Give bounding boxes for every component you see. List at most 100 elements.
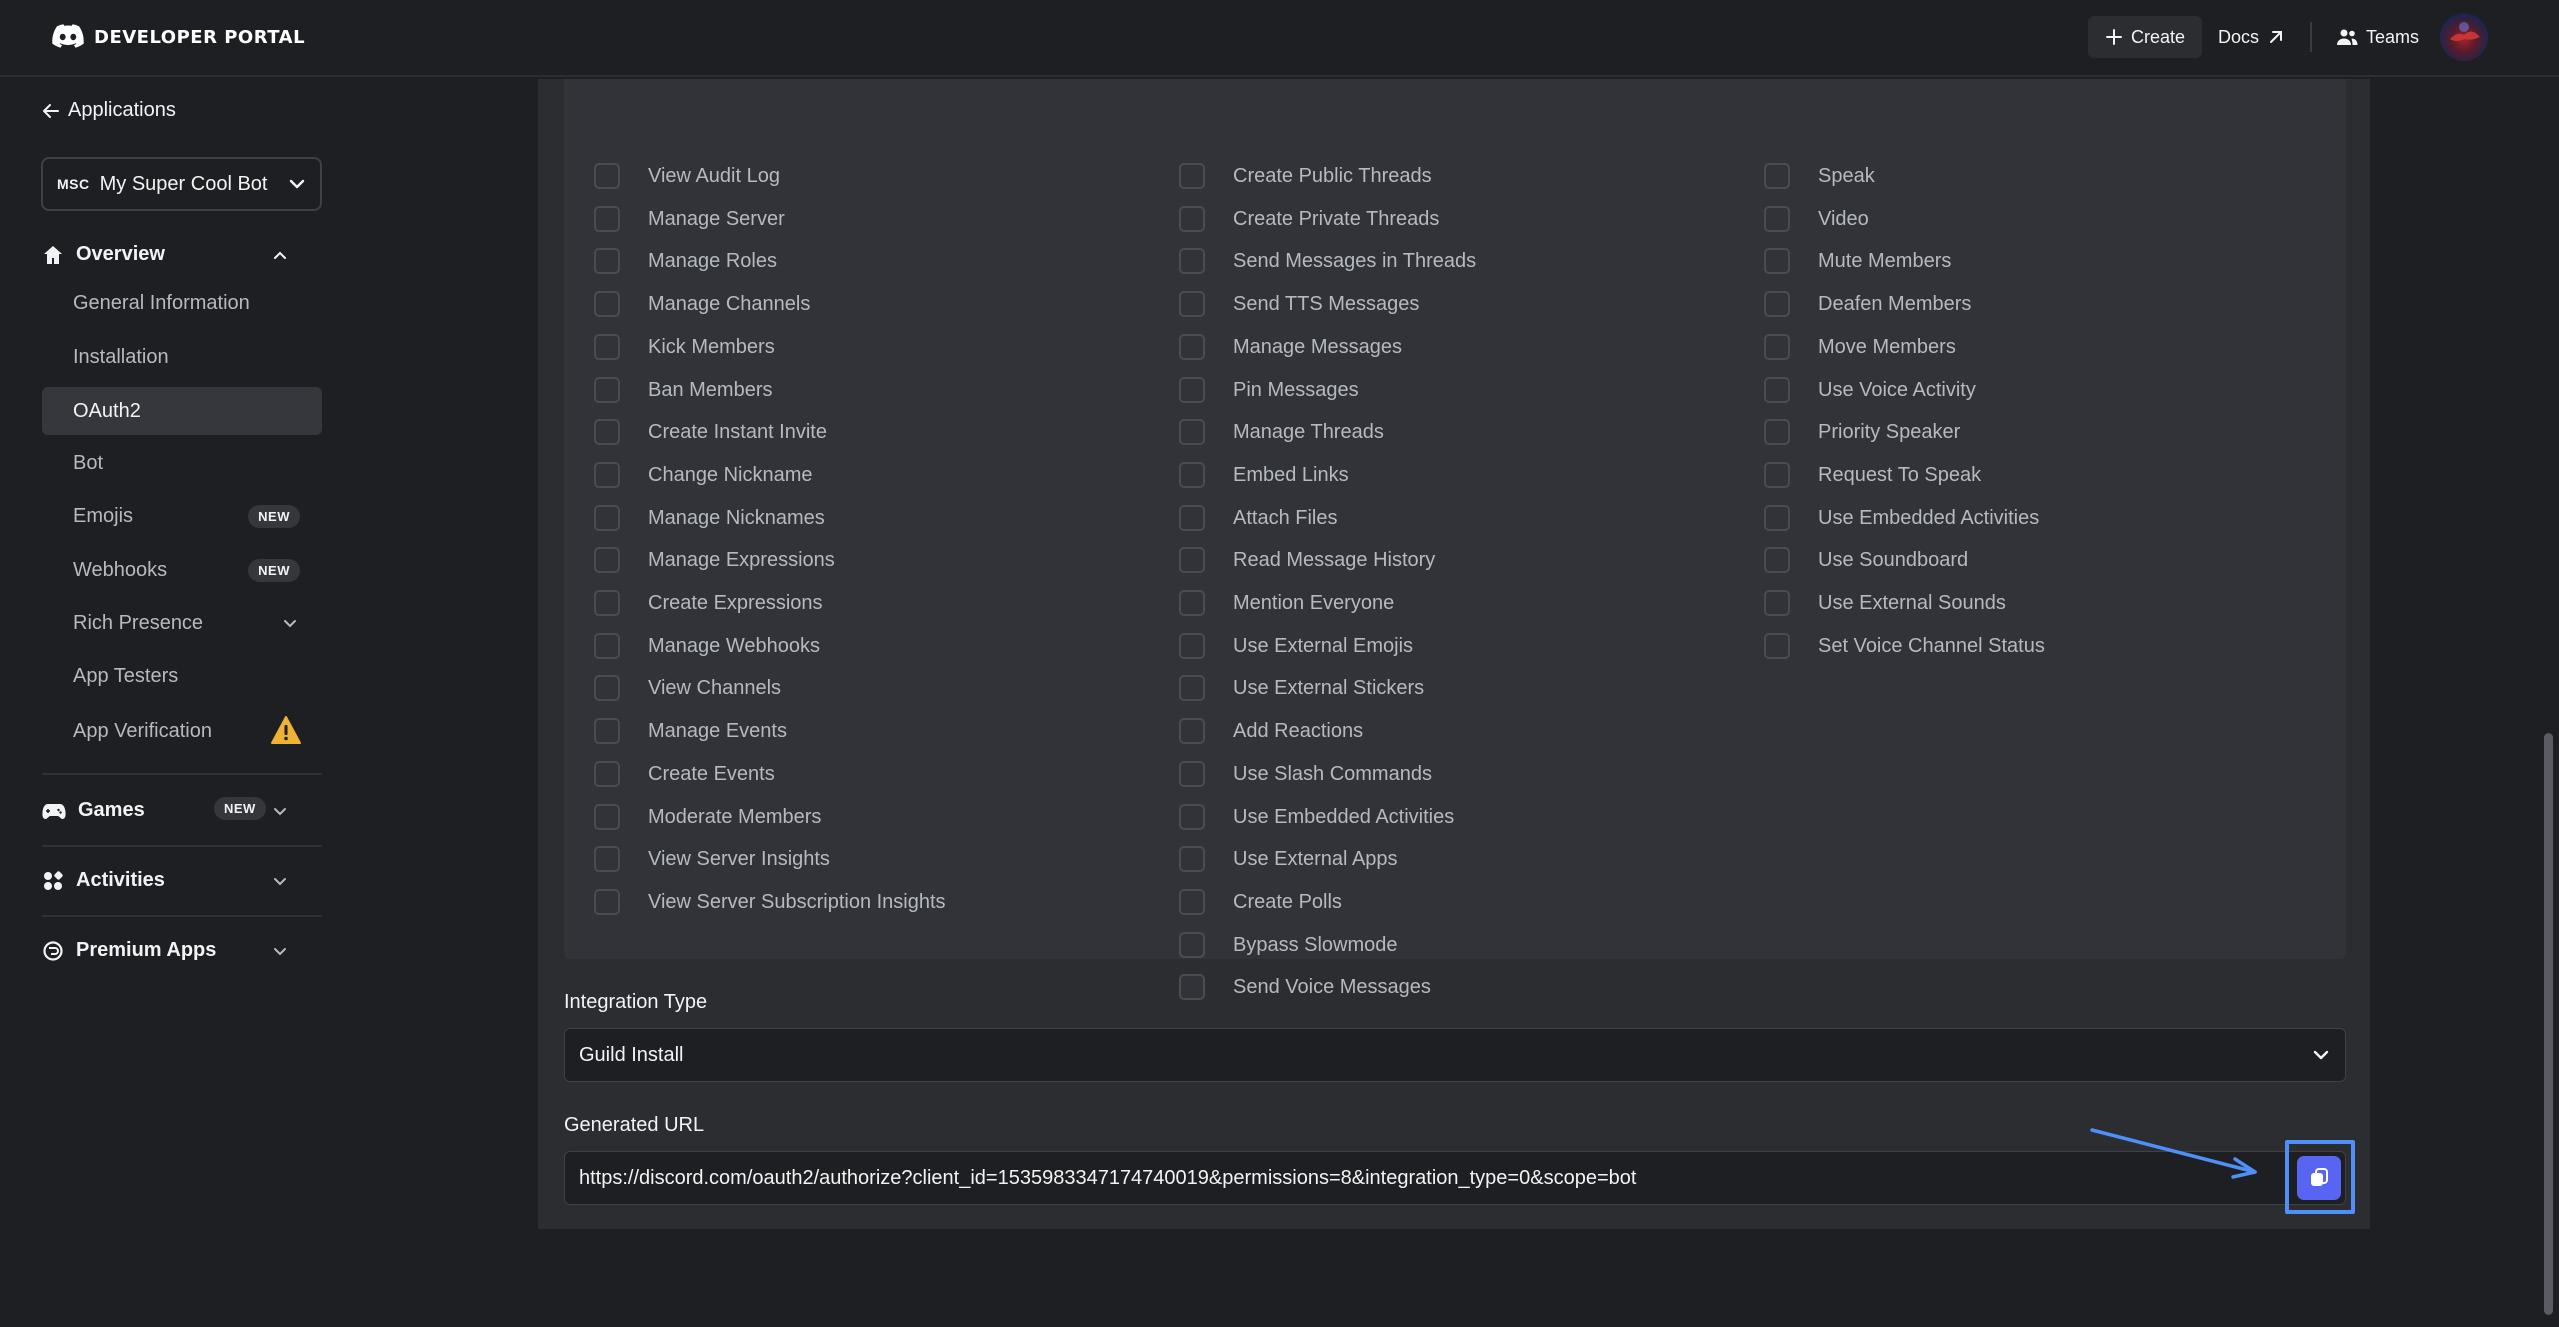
permission-checkbox-item[interactable]: View Server Insights	[594, 844, 830, 874]
checkbox[interactable]	[594, 377, 620, 403]
permission-checkbox-item[interactable]: Add Reactions	[1179, 716, 1363, 746]
checkbox[interactable]	[594, 846, 620, 872]
checkbox[interactable]	[1764, 462, 1790, 488]
permission-checkbox-item[interactable]: Read Message History	[1179, 545, 1435, 575]
checkbox[interactable]	[1179, 761, 1205, 787]
permission-checkbox-item[interactable]: Ban Members	[594, 375, 773, 405]
permission-checkbox-item[interactable]: Create Polls	[1179, 887, 1342, 917]
checkbox[interactable]	[1179, 206, 1205, 232]
permission-checkbox-item[interactable]: Create Private Threads	[1179, 204, 1439, 234]
games-section-toggle[interactable]: Games NEW	[42, 797, 302, 822]
permission-checkbox-item[interactable]: Manage Expressions	[594, 545, 835, 575]
checkbox[interactable]	[1179, 889, 1205, 915]
checkbox[interactable]	[1179, 462, 1205, 488]
permission-checkbox-item[interactable]: Manage Webhooks	[594, 631, 820, 661]
checkbox[interactable]	[1764, 419, 1790, 445]
checkbox[interactable]	[594, 419, 620, 445]
brand[interactable]: DEVELOPER PORTAL	[52, 24, 305, 50]
checkbox[interactable]	[1764, 505, 1790, 531]
user-avatar[interactable]	[2440, 13, 2488, 61]
permission-checkbox-item[interactable]: Send Messages in Threads	[1179, 246, 1476, 276]
checkbox[interactable]	[1179, 163, 1205, 189]
permission-checkbox-item[interactable]: Speak	[1764, 161, 1875, 191]
generated-url-field[interactable]: https://discord.com/oauth2/authorize?cli…	[564, 1151, 2346, 1205]
checkbox[interactable]	[594, 462, 620, 488]
permission-checkbox-item[interactable]: Manage Server	[594, 204, 785, 234]
nav-installation[interactable]: Installation	[42, 333, 322, 381]
checkbox[interactable]	[594, 163, 620, 189]
permission-checkbox-item[interactable]: Video	[1764, 204, 1869, 234]
permission-checkbox-item[interactable]: Use Voice Activity	[1764, 375, 1976, 405]
checkbox[interactable]	[594, 547, 620, 573]
nav-rich-presence[interactable]: Rich Presence	[42, 599, 322, 647]
nav-bot[interactable]: Bot	[42, 439, 322, 487]
docs-link[interactable]: Docs	[2218, 16, 2285, 58]
checkbox[interactable]	[1764, 206, 1790, 232]
copy-url-button[interactable]	[2297, 1156, 2341, 1200]
permission-checkbox-item[interactable]: Embed Links	[1179, 460, 1349, 490]
permission-checkbox-item[interactable]: Deafen Members	[1764, 289, 1971, 319]
activities-section-toggle[interactable]: Activities	[42, 869, 302, 892]
permission-checkbox-item[interactable]: Send TTS Messages	[1179, 289, 1419, 319]
permission-checkbox-item[interactable]: Pin Messages	[1179, 375, 1359, 405]
permission-checkbox-item[interactable]: Use External Apps	[1179, 844, 1398, 874]
nav-general-information[interactable]: General Information	[42, 279, 322, 327]
create-button[interactable]: Create	[2088, 16, 2202, 58]
permission-checkbox-item[interactable]: Manage Nicknames	[594, 503, 825, 533]
permission-checkbox-item[interactable]: Use Slash Commands	[1179, 759, 1432, 789]
checkbox[interactable]	[1179, 547, 1205, 573]
checkbox[interactable]	[594, 248, 620, 274]
permission-checkbox-item[interactable]: View Audit Log	[594, 161, 780, 191]
permission-checkbox-item[interactable]: View Server Subscription Insights	[594, 887, 946, 917]
checkbox[interactable]	[1764, 377, 1790, 403]
checkbox[interactable]	[1179, 932, 1205, 958]
permission-checkbox-item[interactable]: Request To Speak	[1764, 460, 1981, 490]
checkbox[interactable]	[1764, 590, 1790, 616]
permission-checkbox-item[interactable]: Attach Files	[1179, 503, 1337, 533]
permission-checkbox-item[interactable]: Use Embedded Activities	[1764, 503, 2039, 533]
permission-checkbox-item[interactable]: Create Instant Invite	[594, 417, 827, 447]
nav-app-verification[interactable]: App Verification	[42, 707, 322, 755]
permission-checkbox-item[interactable]: Moderate Members	[594, 802, 821, 832]
permission-checkbox-item[interactable]: Manage Roles	[594, 246, 777, 276]
checkbox[interactable]	[1764, 547, 1790, 573]
checkbox[interactable]	[594, 633, 620, 659]
permission-checkbox-item[interactable]: Change Nickname	[594, 460, 813, 490]
permission-checkbox-item[interactable]: Priority Speaker	[1764, 417, 1960, 447]
permission-checkbox-item[interactable]: Use External Sounds	[1764, 588, 2006, 618]
nav-emojis[interactable]: Emojis NEW	[42, 492, 322, 540]
permission-checkbox-item[interactable]: Move Members	[1764, 332, 1956, 362]
checkbox[interactable]	[1179, 590, 1205, 616]
permission-checkbox-item[interactable]: Use External Emojis	[1179, 631, 1413, 661]
checkbox[interactable]	[1764, 291, 1790, 317]
integration-type-select[interactable]: Guild Install	[564, 1028, 2346, 1082]
permission-checkbox-item[interactable]: Bypass Slowmode	[1179, 930, 1398, 960]
checkbox[interactable]	[1179, 633, 1205, 659]
checkbox[interactable]	[1179, 419, 1205, 445]
checkbox[interactable]	[594, 505, 620, 531]
checkbox[interactable]	[1764, 334, 1790, 360]
checkbox[interactable]	[594, 291, 620, 317]
checkbox[interactable]	[1179, 718, 1205, 744]
permission-checkbox-item[interactable]: Use Embedded Activities	[1179, 802, 1454, 832]
permission-checkbox-item[interactable]: Mute Members	[1764, 246, 1951, 276]
checkbox[interactable]	[1179, 248, 1205, 274]
permission-checkbox-item[interactable]: Create Expressions	[594, 588, 823, 618]
back-to-applications-link[interactable]: Applications	[42, 99, 176, 122]
nav-oauth2[interactable]: OAuth2	[42, 387, 322, 435]
checkbox[interactable]	[1179, 505, 1205, 531]
permission-checkbox-item[interactable]: Use Soundboard	[1764, 545, 1968, 575]
checkbox[interactable]	[594, 334, 620, 360]
permission-checkbox-item[interactable]: Kick Members	[594, 332, 775, 362]
permission-checkbox-item[interactable]: Set Voice Channel Status	[1764, 631, 2045, 661]
checkbox[interactable]	[1179, 846, 1205, 872]
permission-checkbox-item[interactable]: Manage Threads	[1179, 417, 1384, 447]
teams-button[interactable]: Teams	[2336, 16, 2419, 58]
checkbox[interactable]	[1179, 291, 1205, 317]
checkbox[interactable]	[1764, 163, 1790, 189]
checkbox[interactable]	[1179, 334, 1205, 360]
checkbox[interactable]	[594, 718, 620, 744]
nav-app-testers[interactable]: App Testers	[42, 652, 322, 700]
permission-checkbox-item[interactable]: Create Events	[594, 759, 775, 789]
checkbox[interactable]	[594, 590, 620, 616]
